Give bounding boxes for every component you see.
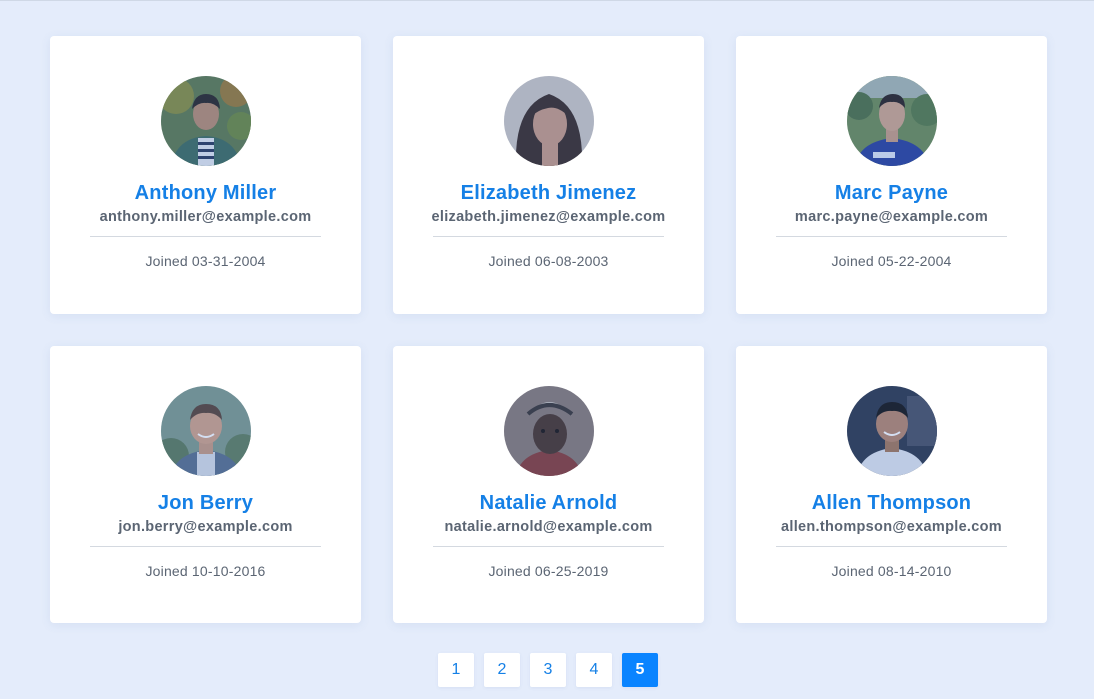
joined-date: 03-31-2004 <box>191 253 266 269</box>
page-button-3[interactable]: 3 <box>530 653 566 687</box>
user-email: allen.thompson@example.com <box>781 519 1002 535</box>
avatar <box>160 76 251 166</box>
avatar <box>846 76 937 166</box>
user-email: anthony.miller@example.com <box>99 209 312 225</box>
user-name[interactable]: Elizabeth Jimenez <box>461 181 637 205</box>
joined-date: 10-10-2016 <box>191 563 266 579</box>
user-card[interactable]: Natalie Arnold natalie.arnold@example.co… <box>393 346 704 623</box>
user-name[interactable]: Marc Payne <box>835 181 948 205</box>
user-email: elizabeth.jimenez@example.com <box>431 209 666 225</box>
divider <box>433 236 664 237</box>
user-name[interactable]: Jon Berry <box>158 491 253 515</box>
joined-label: Joined <box>831 253 874 269</box>
avatar <box>846 386 937 476</box>
user-name[interactable]: Natalie Arnold <box>480 491 618 515</box>
joined-date: 06-25-2019 <box>534 563 609 579</box>
user-email: natalie.arnold@example.com <box>444 519 653 535</box>
joined-text: Joined 06-25-2019 <box>488 563 608 579</box>
user-card[interactable]: Marc Payne marc.payne@example.com Joined… <box>736 36 1047 314</box>
joined-text: Joined 08-14-2010 <box>831 563 951 579</box>
user-email: jon.berry@example.com <box>118 519 293 535</box>
user-card[interactable]: Jon Berry jon.berry@example.com Joined 10… <box>50 346 361 623</box>
user-name[interactable]: Anthony Miller <box>135 181 277 205</box>
joined-label: Joined <box>488 253 531 269</box>
user-card-grid: Anthony Miller anthony.miller@example.co… <box>50 36 1047 623</box>
joined-label: Joined <box>145 253 188 269</box>
pagination: 1 2 3 4 5 <box>438 653 658 687</box>
divider <box>90 546 321 547</box>
joined-label: Joined <box>831 563 874 579</box>
divider <box>776 546 1007 547</box>
avatar <box>503 386 594 476</box>
divider <box>90 236 321 237</box>
divider <box>433 546 664 547</box>
page-button-4[interactable]: 4 <box>576 653 612 687</box>
page-button-5-active[interactable]: 5 <box>622 653 658 687</box>
joined-text: Joined 03-31-2004 <box>145 253 265 269</box>
joined-date: 06-08-2003 <box>534 253 609 269</box>
user-card[interactable]: Anthony Miller anthony.miller@example.co… <box>50 36 361 314</box>
page-button-2[interactable]: 2 <box>484 653 520 687</box>
user-card[interactable]: Elizabeth Jimenez elizabeth.jimenez@exam… <box>393 36 704 314</box>
avatar <box>503 76 594 166</box>
joined-date: 08-14-2010 <box>877 563 952 579</box>
joined-text: Joined 06-08-2003 <box>488 253 608 269</box>
joined-label: Joined <box>488 563 531 579</box>
divider <box>776 236 1007 237</box>
top-border <box>0 0 1094 1</box>
joined-text: Joined 05-22-2004 <box>831 253 951 269</box>
joined-date: 05-22-2004 <box>877 253 952 269</box>
avatar <box>160 386 251 476</box>
user-card[interactable]: Allen Thompson allen.thompson@example.co… <box>736 346 1047 623</box>
joined-text: Joined 10-10-2016 <box>145 563 265 579</box>
user-name[interactable]: Allen Thompson <box>812 491 971 515</box>
page-button-1[interactable]: 1 <box>438 653 474 687</box>
joined-label: Joined <box>145 563 188 579</box>
user-email: marc.payne@example.com <box>794 209 989 225</box>
